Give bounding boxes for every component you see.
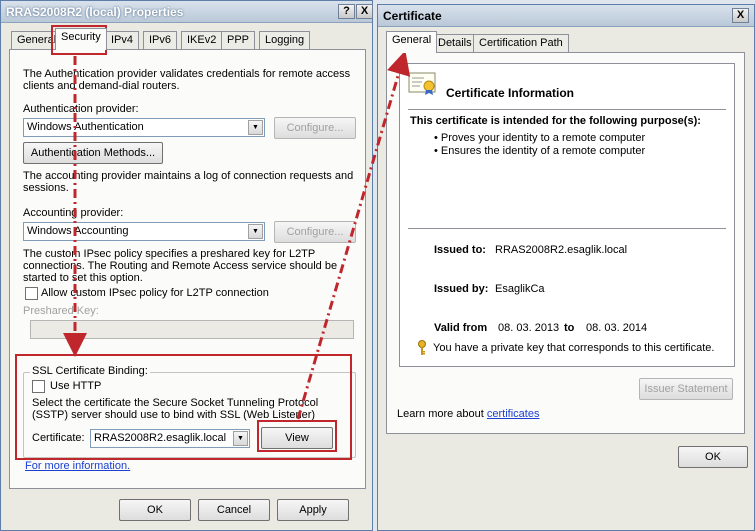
dropdown-arrow-icon[interactable]: ▼ <box>248 120 263 135</box>
cert-info-divider <box>408 228 726 229</box>
tab-logging[interactable]: Logging <box>259 31 311 50</box>
cert-general-panel: Certificate Information This certificate… <box>386 52 745 434</box>
valid-from-label: Valid from <box>434 322 488 334</box>
valid-to-value: 08. 03. 2014 <box>586 322 648 334</box>
issued-to-label: Issued to: <box>434 244 486 256</box>
tab-security[interactable]: Security <box>55 28 107 50</box>
close-icon[interactable]: X <box>356 4 373 19</box>
tab-ipv6[interactable]: IPv6 <box>143 31 178 50</box>
certificate-dialog: Certificate X General Details Certificat… <box>377 4 755 531</box>
cert-info-title: Certificate Information <box>446 86 575 100</box>
accounting-provider-select[interactable]: Windows Accounting ▼ <box>23 222 265 241</box>
certificate-titlebar[interactable]: Certificate X <box>378 5 754 27</box>
accounting-provider-value: Windows Accounting <box>27 225 129 237</box>
tab-cert-general[interactable]: General <box>386 31 438 53</box>
close-icon[interactable]: X <box>732 8 749 23</box>
certificate-window-title: Certificate <box>383 9 442 23</box>
valid-to-label: to <box>564 322 575 334</box>
cancel-button[interactable]: Cancel <box>198 499 270 521</box>
accounting-configure-button[interactable]: Configure... <box>274 221 356 243</box>
cert-info-box: Certificate Information This certificate… <box>399 63 735 367</box>
tab-cert-details[interactable]: Details <box>432 34 478 53</box>
help-icon[interactable]: ? <box>338 4 355 19</box>
annotation-view-button <box>257 420 337 452</box>
tab-ipv4[interactable]: IPv4 <box>105 31 140 50</box>
valid-from-value: 08. 03. 2013 <box>498 322 560 334</box>
preshared-key-input <box>30 320 354 339</box>
key-icon <box>416 340 428 356</box>
apply-button[interactable]: Apply <box>277 499 349 521</box>
issued-by-label: Issued by: <box>434 283 489 295</box>
ipsec-checkbox-label: Allow custom IPsec policy for L2TP conne… <box>41 287 269 299</box>
window-title: RRAS2008R2 (local) Properties <box>6 5 184 19</box>
auth-provider-select[interactable]: Windows Authentication ▼ <box>23 118 265 137</box>
preshared-key-label: Preshared Key: <box>23 305 99 317</box>
accounting-description: The accounting provider maintains a log … <box>23 170 354 194</box>
properties-dialog: RRAS2008R2 (local) Properties ? X Genera… <box>0 0 373 531</box>
auth-description: The Authentication provider validates cr… <box>23 68 351 92</box>
ipsec-description: The custom IPsec policy specifies a pres… <box>23 248 338 284</box>
tab-ikev2[interactable]: IKEv2 <box>181 31 223 50</box>
ok-button[interactable]: OK <box>119 499 191 521</box>
purpose-heading: This certificate is intended for the fol… <box>410 115 701 127</box>
certificate-icon <box>408 72 436 96</box>
purpose-item: • Proves your identity to a remote compu… <box>434 132 646 144</box>
learn-more-text: Learn more about certificates <box>397 408 540 420</box>
private-key-text: You have a private key that corresponds … <box>433 342 715 354</box>
auth-provider-value: Windows Authentication <box>27 121 144 133</box>
auth-configure-button[interactable]: Configure... <box>274 117 356 139</box>
issuer-statement-button[interactable]: Issuer Statement <box>639 378 733 400</box>
issued-by-value: EsaglikCa <box>495 283 545 295</box>
more-info-link[interactable]: For more information. <box>25 460 130 472</box>
certificates-link[interactable]: certificates <box>487 408 540 420</box>
properties-titlebar[interactable]: RRAS2008R2 (local) Properties ? X <box>1 1 373 23</box>
cert-info-divider <box>408 109 726 110</box>
auth-methods-button[interactable]: Authentication Methods... <box>23 142 163 164</box>
tab-ppp[interactable]: PPP <box>221 31 256 50</box>
accounting-provider-label: Accounting provider: <box>23 207 124 219</box>
issued-to-value: RRAS2008R2.esaglik.local <box>495 244 628 256</box>
purpose-item: • Ensures the identity of a remote compu… <box>434 145 646 157</box>
ipsec-checkbox[interactable] <box>25 287 38 300</box>
dropdown-arrow-icon[interactable]: ▼ <box>248 224 263 239</box>
cert-ok-button[interactable]: OK <box>678 446 748 468</box>
tab-cert-path[interactable]: Certification Path <box>473 34 569 53</box>
auth-provider-label: Authentication provider: <box>23 103 139 115</box>
